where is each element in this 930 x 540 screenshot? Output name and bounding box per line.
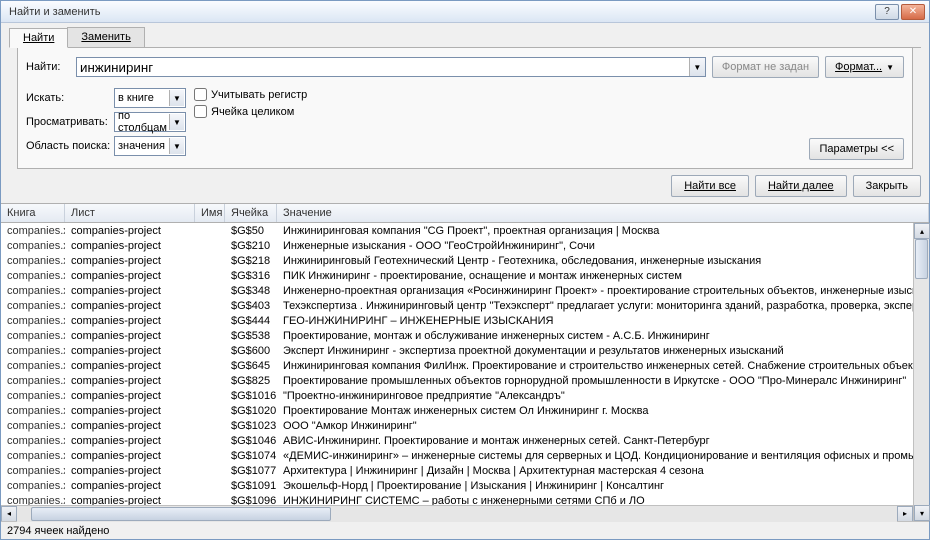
- scope-select[interactable]: значения▼: [114, 136, 186, 156]
- close-window-button[interactable]: ✕: [901, 4, 925, 20]
- table-row[interactable]: companies.xlsxcompanies-project$G$1020Пр…: [1, 403, 913, 418]
- table-row[interactable]: companies.xlsxcompanies-project$G$348Инж…: [1, 283, 913, 298]
- help-button[interactable]: ?: [875, 4, 899, 20]
- column-sheet[interactable]: Лист: [65, 204, 195, 222]
- scroll-left-icon[interactable]: ◂: [1, 506, 17, 522]
- whole-cell-checkbox[interactable]: [194, 105, 207, 118]
- table-row[interactable]: companies.xlsxcompanies-project$G$403Тех…: [1, 298, 913, 313]
- find-label: Найти:: [26, 61, 76, 73]
- find-next-button[interactable]: Найти далее: [755, 175, 847, 197]
- table-row[interactable]: companies.xlsxcompanies-project$G$218Инж…: [1, 253, 913, 268]
- table-row[interactable]: companies.xlsxcompanies-project$G$444ГЕО…: [1, 313, 913, 328]
- scope-label: Область поиска:: [26, 140, 114, 152]
- tab-replace[interactable]: Заменить: [67, 27, 144, 47]
- results-table[interactable]: companies.xlsxcompanies-project$G$50Инжи…: [1, 223, 913, 505]
- tabs: Найти Заменить: [9, 27, 921, 48]
- vscroll-thumb[interactable]: [915, 239, 928, 279]
- chevron-down-icon[interactable]: ▼: [689, 58, 705, 76]
- table-row[interactable]: companies.xlsxcompanies-project$G$825Про…: [1, 373, 913, 388]
- column-name[interactable]: Имя: [195, 204, 225, 222]
- format-button[interactable]: Формат...▼: [825, 56, 904, 78]
- scroll-right-icon[interactable]: ▸: [897, 506, 913, 522]
- table-row[interactable]: companies.xlsxcompanies-project$G$1091Эк…: [1, 478, 913, 493]
- table-row[interactable]: companies.xlsxcompanies-project$G$50Инжи…: [1, 223, 913, 238]
- vertical-scrollbar[interactable]: ▴ ▾: [913, 223, 929, 521]
- status-bar: 2794 ячеек найдено: [1, 521, 929, 539]
- parameters-button[interactable]: Параметры <<: [809, 138, 904, 160]
- find-replace-dialog: Найти и заменить ? ✕ Найти Заменить Найт…: [0, 0, 930, 540]
- table-row[interactable]: companies.xlsxcompanies-project$G$600Экс…: [1, 343, 913, 358]
- close-button[interactable]: Закрыть: [853, 175, 921, 197]
- tab-find[interactable]: Найти: [9, 28, 68, 48]
- hscroll-thumb[interactable]: [31, 507, 331, 521]
- search-in-label: Искать:: [26, 92, 114, 104]
- table-row[interactable]: companies.xlsxcompanies-project$G$316ПИК…: [1, 268, 913, 283]
- table-row[interactable]: companies.xlsxcompanies-project$G$1023ОО…: [1, 418, 913, 433]
- scroll-up-icon[interactable]: ▴: [914, 223, 930, 239]
- window-title: Найти и заменить: [5, 6, 875, 18]
- titlebar[interactable]: Найти и заменить ? ✕: [1, 1, 929, 23]
- table-row[interactable]: companies.xlsxcompanies-project$G$1016"П…: [1, 388, 913, 403]
- table-row[interactable]: companies.xlsxcompanies-project$G$1046АВ…: [1, 433, 913, 448]
- direction-label: Просматривать:: [26, 116, 114, 128]
- format-preview: Формат не задан: [712, 56, 819, 78]
- column-book[interactable]: Книга: [1, 204, 65, 222]
- scroll-down-icon[interactable]: ▾: [914, 505, 930, 521]
- results-header: Книга Лист Имя Ячейка Значение: [1, 203, 929, 223]
- column-value[interactable]: Значение: [277, 204, 929, 222]
- table-row[interactable]: companies.xlsxcompanies-project$G$210Инж…: [1, 238, 913, 253]
- table-row[interactable]: companies.xlsxcompanies-project$G$645Инж…: [1, 358, 913, 373]
- table-row[interactable]: companies.xlsxcompanies-project$G$1074«Д…: [1, 448, 913, 463]
- find-all-button[interactable]: Найти все: [671, 175, 749, 197]
- whole-cell-label: Ячейка целиком: [211, 106, 294, 118]
- table-row[interactable]: companies.xlsxcompanies-project$G$1096ИН…: [1, 493, 913, 505]
- horizontal-scrollbar[interactable]: ◂ ▸: [1, 505, 913, 521]
- column-cell[interactable]: Ячейка: [225, 204, 277, 222]
- search-in-select[interactable]: в книге▼: [114, 88, 186, 108]
- find-input[interactable]: [76, 57, 706, 77]
- match-case-checkbox[interactable]: [194, 88, 207, 101]
- table-row[interactable]: companies.xlsxcompanies-project$G$1077Ар…: [1, 463, 913, 478]
- match-case-label: Учитывать регистр: [211, 89, 307, 101]
- direction-select[interactable]: по столбцам▼: [114, 112, 186, 132]
- table-row[interactable]: companies.xlsxcompanies-project$G$538Про…: [1, 328, 913, 343]
